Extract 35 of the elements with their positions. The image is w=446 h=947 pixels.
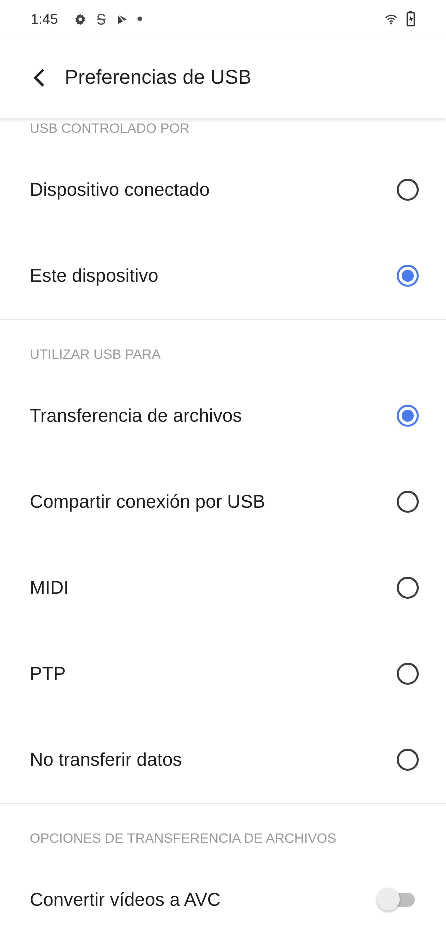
wifi-icon <box>385 12 398 26</box>
toggle-switch[interactable] <box>377 888 417 912</box>
radio-button[interactable] <box>397 179 419 201</box>
preference-row[interactable]: Convertir vídeos a AVC <box>0 857 446 943</box>
option-label: Dispositivo conectado <box>30 179 210 201</box>
notification-dot-icon <box>137 16 144 22</box>
option-label: MIDI <box>30 577 70 599</box>
preference-row[interactable]: Compartir conexión por USB <box>0 459 446 545</box>
status-time: 1:45 <box>31 11 58 27</box>
gear-icon <box>74 12 88 26</box>
option-label: Transferencia de archivos <box>30 405 242 427</box>
preference-row[interactable]: No transferir datos <box>0 717 446 803</box>
option-label: Convertir vídeos a AVC <box>30 889 221 911</box>
preference-row[interactable]: Este dispositivo <box>0 233 446 319</box>
play-store-icon <box>116 12 130 26</box>
radio-button[interactable] <box>397 663 419 685</box>
section-header: UTILIZAR USB PARA <box>29 346 162 364</box>
preference-row[interactable]: MIDI <box>0 545 446 631</box>
battery-charging-icon <box>406 11 416 27</box>
radio-button[interactable] <box>397 749 419 771</box>
radio-button[interactable] <box>397 265 419 287</box>
radio-button[interactable] <box>397 405 419 427</box>
option-label: Compartir conexión por USB <box>30 491 266 513</box>
preference-row[interactable]: Transferencia de archivos <box>0 373 446 459</box>
s-icon <box>95 12 108 26</box>
section-header: OPCIONES DE TRANSFERENCIA DE ARCHIVOS <box>29 830 338 848</box>
option-label: Este dispositivo <box>30 265 159 287</box>
preference-row[interactable]: PTP <box>0 631 446 717</box>
radio-button[interactable] <box>397 491 419 513</box>
section-header: USB CONTROLADO POR <box>29 120 191 138</box>
preference-row[interactable]: Dispositivo conectado <box>0 147 446 233</box>
screen-title: Preferencias de USB <box>65 66 252 90</box>
option-label: No transferir datos <box>30 749 182 771</box>
option-label: PTP <box>30 663 66 685</box>
radio-button[interactable] <box>397 577 419 599</box>
